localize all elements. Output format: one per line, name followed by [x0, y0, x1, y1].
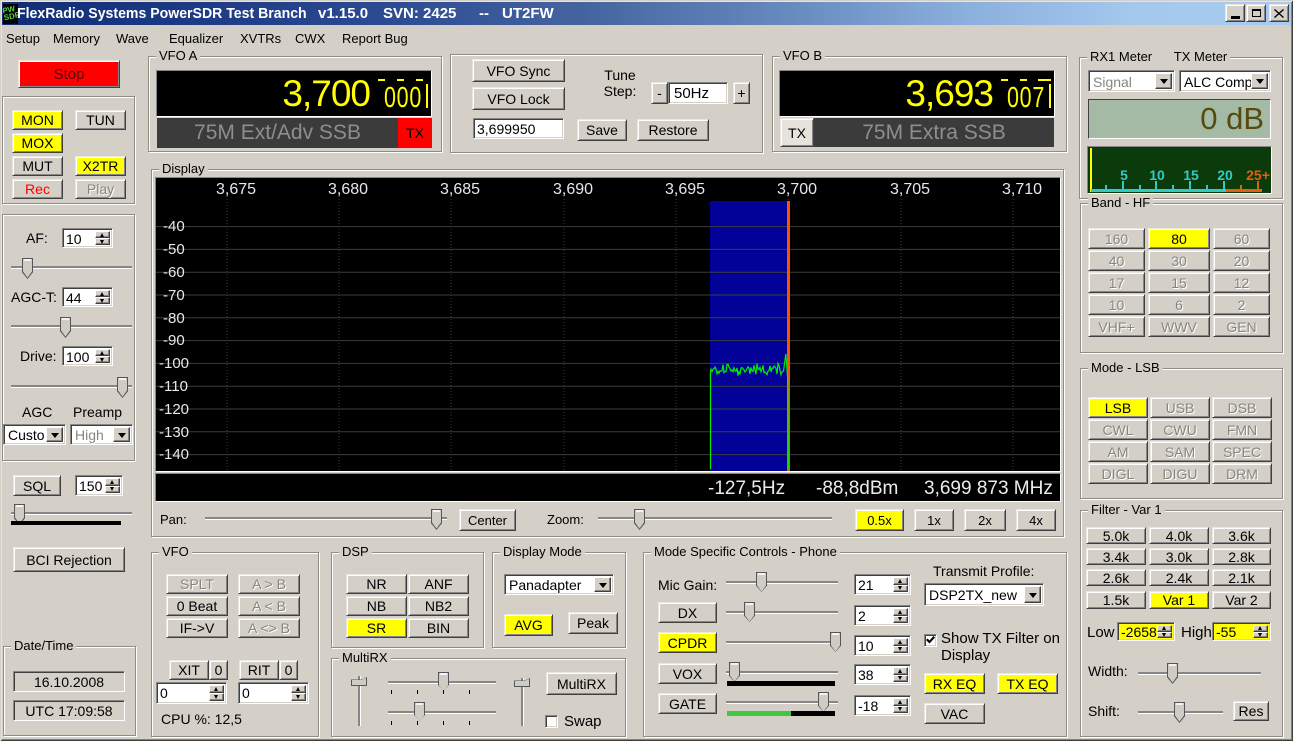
svg-text:-60: -60 — [163, 264, 185, 281]
svg-text:3,710: 3,710 — [1002, 181, 1042, 198]
svg-text:3,695: 3,695 — [665, 181, 705, 198]
svg-text:3,685: 3,685 — [440, 181, 480, 198]
svg-text:-80: -80 — [163, 310, 185, 327]
svg-text:-40: -40 — [163, 218, 185, 235]
svg-text:-70: -70 — [163, 287, 185, 304]
svg-text:-100: -100 — [159, 355, 189, 372]
svg-text:25+: 25+ — [1246, 167, 1270, 183]
svg-text:20: 20 — [1217, 167, 1233, 183]
svg-text:-50: -50 — [163, 241, 185, 258]
svg-text:3,675: 3,675 — [216, 181, 256, 198]
svg-text:-130: -130 — [159, 424, 189, 441]
svg-text:-90: -90 — [163, 332, 185, 349]
svg-text:3,700: 3,700 — [777, 181, 817, 198]
svg-text:5: 5 — [1120, 167, 1128, 183]
svg-text:15: 15 — [1183, 167, 1199, 183]
svg-text:3,705: 3,705 — [890, 181, 930, 198]
svg-text:3,680: 3,680 — [328, 181, 368, 198]
svg-text:-120: -120 — [159, 401, 189, 418]
svg-text:-140: -140 — [159, 446, 189, 463]
svg-text:10: 10 — [1149, 167, 1165, 183]
svg-text:3,690: 3,690 — [553, 181, 593, 198]
svg-text:-110: -110 — [159, 378, 188, 395]
